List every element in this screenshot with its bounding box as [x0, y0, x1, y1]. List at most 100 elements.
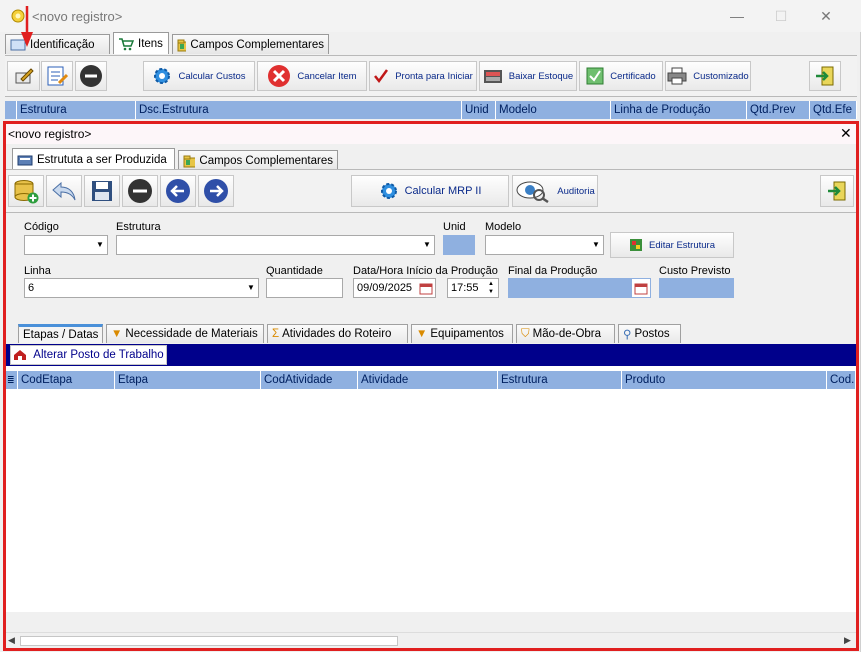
inner-grid	[6, 366, 856, 612]
col-cod-etapa[interactable]: CodEtapa	[18, 371, 115, 389]
col-produto[interactable]: Produto	[622, 371, 827, 389]
col-cod-atividade[interactable]: CodAtividade	[261, 371, 358, 389]
save-button[interactable]	[84, 175, 120, 207]
col-qtd-efe[interactable]: Qtd.Efe	[810, 101, 857, 119]
col-estrutura[interactable]: Estrutura	[17, 101, 136, 119]
tab-etapas-datas[interactable]: Etapas / Datas	[18, 324, 103, 343]
cancelar-item-button[interactable]: Cancelar Item	[257, 61, 367, 91]
tab-campos-complementares-inner[interactable]: Campos Complementares	[178, 150, 338, 170]
certificado-button[interactable]: Certificado	[579, 61, 663, 91]
col-modelo[interactable]: Modelo	[496, 101, 611, 119]
calendar-icon[interactable]	[417, 279, 435, 297]
chevron-down-icon: ▼	[423, 240, 431, 249]
outer-toolbar: Calcular Custos Cancelar Item Pronta par…	[5, 55, 857, 97]
inner-exit-button[interactable]	[820, 175, 854, 207]
edit-item-button[interactable]	[7, 61, 40, 91]
inner-close-button[interactable]: ✕	[840, 125, 852, 142]
minus-circle-icon	[128, 179, 152, 203]
linha-select[interactable]: 6 ▼	[24, 278, 259, 298]
undo-button[interactable]	[46, 175, 82, 207]
add-record-button[interactable]	[8, 175, 44, 207]
col-estrutura-inner[interactable]: Estrutura	[498, 371, 622, 389]
scroll-right-icon[interactable]: ▶	[844, 635, 851, 646]
tab-materiais-label: Necessidade de Materiais	[125, 328, 258, 340]
col-etapa[interactable]: Etapa	[115, 371, 261, 389]
col-qtd-prev[interactable]: Qtd.Prev	[747, 101, 810, 119]
scroll-left-icon[interactable]: ◀	[8, 635, 15, 646]
grid-row-selector[interactable]	[5, 101, 17, 119]
col-linha-producao[interactable]: Linha de Produção	[611, 101, 747, 119]
gear-icon	[154, 68, 171, 84]
workstation-icon	[14, 350, 27, 360]
hora-inicio-input[interactable]: 17:55 ▲ ▼	[447, 278, 499, 298]
alterar-posto-label: Alterar Posto de Trabalho	[33, 349, 164, 361]
pronta-para-iniciar-button[interactable]: Pronta para Iniciar	[369, 61, 477, 91]
minimize-button[interactable]: —	[726, 6, 748, 26]
codigo-select[interactable]: ▼	[24, 235, 108, 255]
spinner-icon[interactable]: ▲ ▼	[484, 279, 498, 297]
tab-postos[interactable]: ⚲ Postos	[618, 324, 681, 343]
scrollbar-thumb[interactable]	[20, 636, 398, 646]
list-edit-button[interactable]	[41, 61, 73, 91]
gear-icon	[380, 183, 397, 199]
folder-icon	[177, 39, 187, 51]
tab-postos-label: Postos	[634, 328, 670, 340]
remove-item-button[interactable]	[75, 61, 107, 91]
col-dsc-estrutura[interactable]: Dsc.Estrutura	[136, 101, 462, 119]
modelo-select[interactable]: ▼	[485, 235, 604, 255]
hora-inicio-value: 17:55	[451, 282, 479, 294]
grid-menu-icon[interactable]: ≣	[6, 371, 18, 389]
tab-mao-de-obra[interactable]: ⛉ Mão-de-Obra	[516, 324, 615, 343]
customizado-label: Customizado	[693, 70, 749, 82]
col-cod-e[interactable]: Cod.E	[827, 371, 856, 389]
exit-button[interactable]	[809, 61, 841, 91]
editar-estrutura-button[interactable]: Editar Estrutura	[610, 232, 734, 258]
tab-campos-outer-label: Campos Complementares	[190, 38, 324, 51]
certificado-label: Certificado	[610, 70, 656, 82]
list-pencil-icon	[47, 66, 68, 86]
final-producao-field	[508, 278, 651, 298]
close-button[interactable]: ✕	[815, 6, 837, 26]
funnel-icon: ▼	[111, 328, 123, 340]
alterar-posto-button[interactable]: Alterar Posto de Trabalho	[10, 345, 167, 365]
previous-button[interactable]	[160, 175, 196, 207]
outer-window-title: <novo registro>	[32, 9, 123, 24]
outer-title-bar: <novo registro> — ☐ ✕	[0, 0, 861, 32]
calcular-custos-button[interactable]: Calcular Custos	[143, 61, 255, 91]
tab-campos-complementares-outer[interactable]: Campos Complementares	[172, 34, 329, 54]
chevron-down-icon: ▼	[96, 240, 104, 249]
calendar-icon[interactable]	[632, 279, 650, 297]
col-atividade[interactable]: Atividade	[358, 371, 498, 389]
auditoria-button[interactable]: Auditoria	[512, 175, 598, 207]
quantidade-input[interactable]	[266, 278, 343, 298]
calcular-mrp-button[interactable]: Calcular MRP II	[351, 175, 509, 207]
unid-label: Unid	[443, 221, 466, 233]
cancelar-item-label: Cancelar Item	[297, 70, 357, 82]
worker-icon: ⛉	[521, 327, 530, 340]
tab-atividades-roteiro[interactable]: Σ Atividades do Roteiro	[267, 324, 408, 343]
data-inicio-value: 09/09/2025	[357, 282, 413, 294]
chevron-down-icon: ▼	[592, 240, 600, 249]
eye-magnifier-icon	[516, 181, 549, 203]
linha-value: 6	[28, 282, 35, 294]
tab-estrutura-produzida[interactable]: Estrututa a ser Produzida	[12, 148, 175, 170]
tab-equipamentos[interactable]: ▼ Equipamentos	[411, 324, 513, 343]
tab-necessidade-materiais[interactable]: ▼ Necessidade de Materiais	[106, 324, 264, 343]
horizontal-scrollbar[interactable]: ◀ ▶	[6, 632, 856, 648]
tab-itens[interactable]: Itens	[113, 32, 169, 54]
inner-title-bar: <novo registro> ✕	[6, 124, 856, 144]
delete-button[interactable]	[122, 175, 158, 207]
estrutura-select[interactable]: ▼	[116, 235, 435, 255]
data-inicio-input[interactable]: 09/09/2025	[353, 278, 436, 298]
printer-icon	[667, 67, 687, 85]
annotation-arrow	[21, 6, 33, 47]
certificate-check-icon	[586, 67, 604, 85]
maximize-button[interactable]: ☐	[770, 6, 792, 26]
estrutura-label: Estrutura	[116, 221, 161, 233]
baixar-estoque-button[interactable]: Baixar Estoque	[479, 61, 577, 91]
customizado-button[interactable]: Customizado	[665, 61, 751, 91]
next-button[interactable]	[198, 175, 234, 207]
col-unid[interactable]: Unid	[462, 101, 496, 119]
inner-toolbar: Calcular MRP II Auditoria	[6, 169, 856, 213]
linha-label: Linha	[24, 265, 51, 277]
